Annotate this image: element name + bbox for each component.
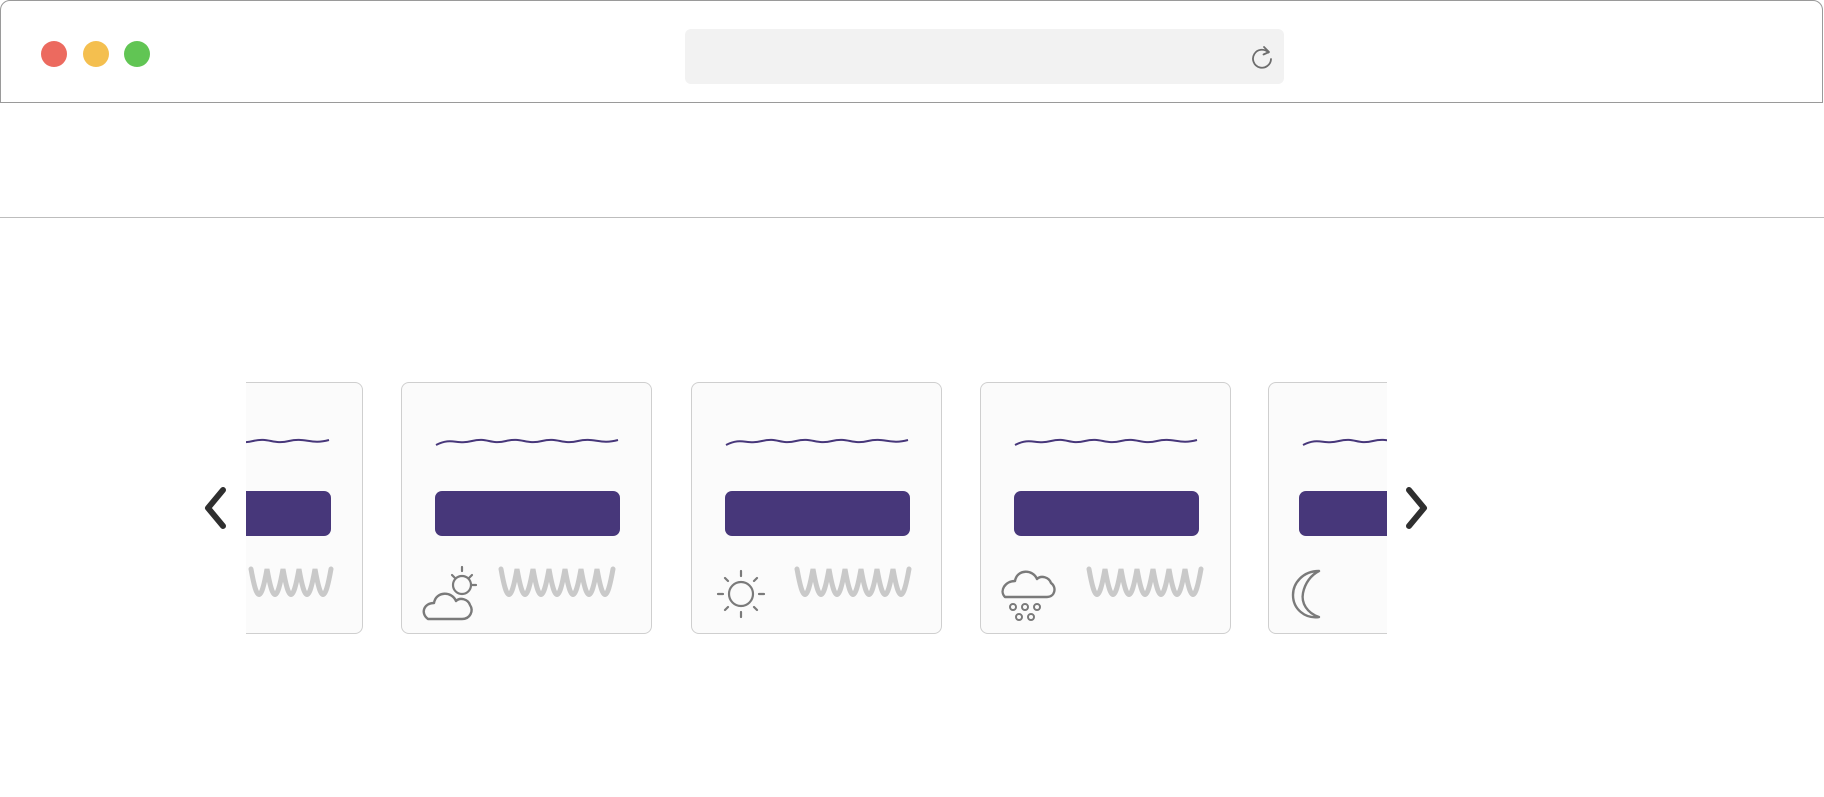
partly-cloudy-icon — [422, 565, 478, 621]
card-text-scribble — [248, 566, 334, 597]
card-title-scribble — [435, 438, 618, 446]
reload-icon[interactable] — [1248, 43, 1276, 71]
card-button[interactable] — [435, 491, 620, 536]
browser-window — [0, 0, 1824, 797]
page-header — [0, 103, 1824, 218]
carousel-card[interactable] — [1268, 382, 1387, 634]
sun-icon — [716, 569, 766, 619]
carousel-card[interactable] — [691, 382, 942, 634]
carousel-next-button[interactable] — [1399, 485, 1433, 531]
card-title-scribble — [725, 438, 908, 446]
carousel-card[interactable] — [980, 382, 1231, 634]
browser-titlebar — [0, 0, 1823, 103]
card-title — [1269, 435, 1387, 455]
carousel — [246, 381, 1387, 636]
card-text-scribble — [794, 566, 912, 597]
card-title-scribble — [1014, 438, 1197, 446]
carousel-prev-button[interactable] — [199, 485, 233, 531]
card-title — [981, 435, 1230, 455]
card-title — [692, 435, 941, 455]
card-button[interactable] — [1299, 491, 1387, 536]
card-button[interactable] — [246, 491, 331, 536]
card-button[interactable] — [1014, 491, 1199, 536]
carousel-card[interactable] — [246, 382, 363, 634]
chevron-right-icon — [1406, 487, 1427, 529]
card-title-scribble — [1302, 438, 1387, 446]
card-text-scribble — [1086, 566, 1204, 597]
maximize-window-button[interactable] — [124, 41, 150, 67]
card-button[interactable] — [725, 491, 910, 536]
card-text-scribble — [498, 566, 616, 597]
card-title-scribble — [246, 438, 329, 444]
chevron-left-icon — [205, 487, 226, 529]
address-bar[interactable] — [685, 29, 1284, 84]
close-window-button[interactable] — [41, 41, 67, 67]
snow-icon — [1001, 570, 1056, 621]
page-content — [0, 218, 1824, 797]
card-title — [402, 435, 651, 455]
carousel-card[interactable] — [401, 382, 652, 634]
moon-icon — [1291, 569, 1321, 619]
card-title — [246, 435, 362, 455]
minimize-window-button[interactable] — [83, 41, 109, 67]
